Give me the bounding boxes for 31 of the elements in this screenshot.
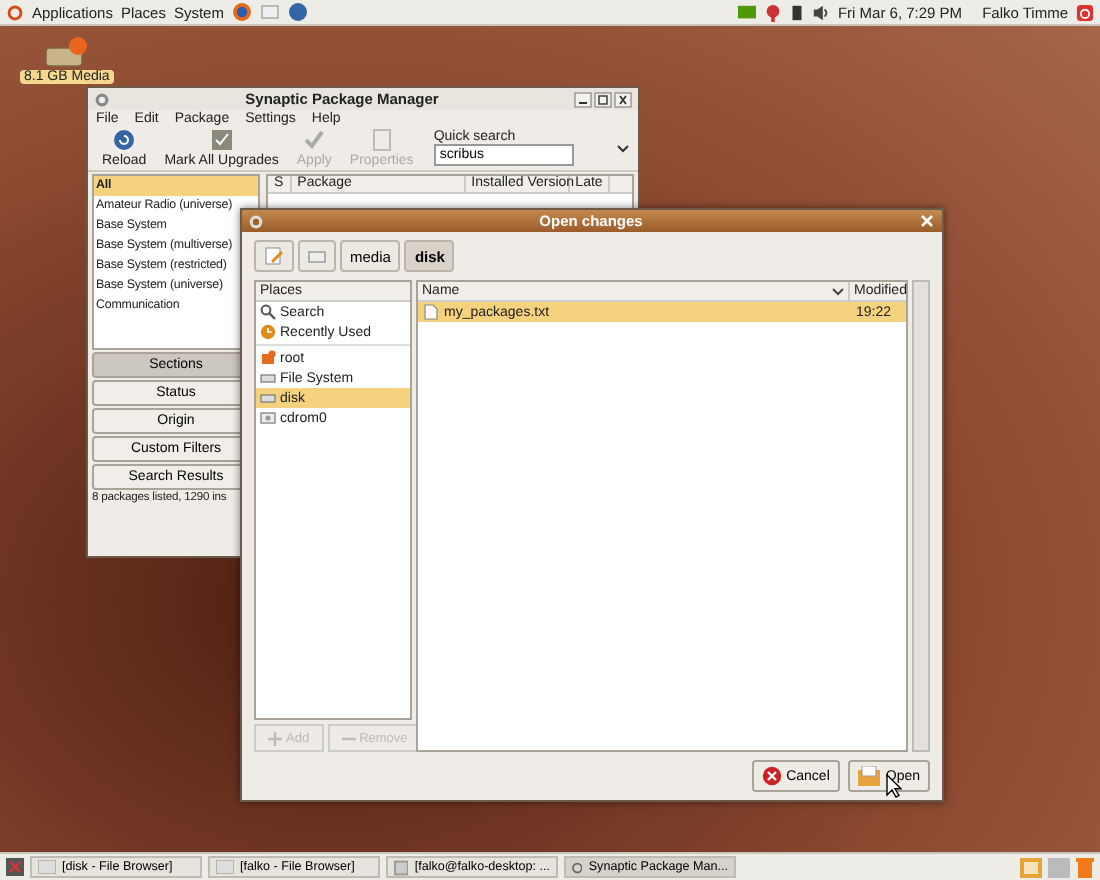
power-icon[interactable] <box>1076 3 1094 21</box>
window-icon <box>38 860 56 874</box>
ring-icon <box>572 859 583 875</box>
globe-icon[interactable] <box>231 2 252 22</box>
file-icon <box>424 304 438 320</box>
folder-icon <box>857 766 882 786</box>
checkmark-icon <box>302 128 327 152</box>
window-icon <box>216 860 234 874</box>
home-folder-icon <box>260 350 276 366</box>
drive-icon <box>308 249 326 263</box>
edit-path-button[interactable] <box>254 240 294 272</box>
reload-icon <box>112 128 137 152</box>
synaptic-icon[interactable] <box>248 213 264 229</box>
ubuntu-logo-icon[interactable] <box>6 3 24 21</box>
trash-icon[interactable] <box>1076 857 1094 877</box>
document-icon <box>369 128 394 152</box>
terminal-icon <box>394 859 409 875</box>
drive-button[interactable] <box>298 240 336 272</box>
search-icon <box>260 304 276 320</box>
drive-icon[interactable] <box>44 36 89 68</box>
disc-drive-icon <box>260 410 276 426</box>
cancel-icon <box>762 766 783 786</box>
plus-icon <box>268 731 282 745</box>
battery-icon[interactable] <box>789 3 804 21</box>
help-icon[interactable] <box>287 2 308 22</box>
pencil-icon <box>264 246 284 266</box>
clock-icon <box>260 324 276 340</box>
checkbox-icon <box>209 128 234 152</box>
chevron-icon[interactable] <box>616 143 630 153</box>
scrollbar[interactable] <box>912 280 930 752</box>
speaker-icon[interactable] <box>811 3 830 21</box>
